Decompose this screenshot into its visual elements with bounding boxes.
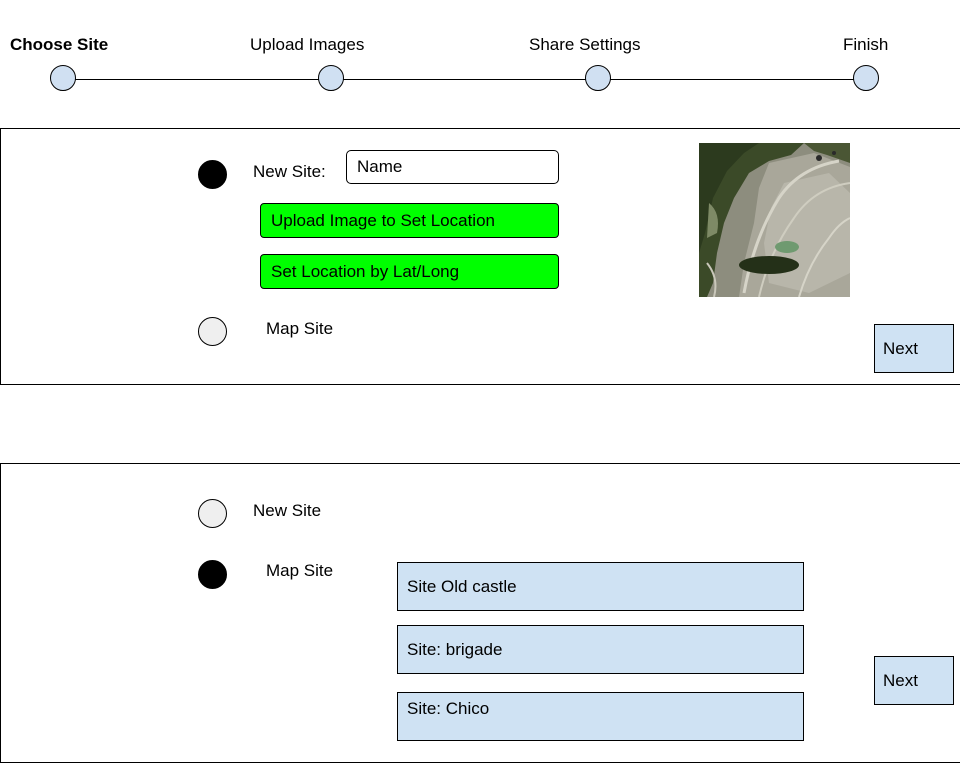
site-list-item[interactable]: Site: brigade — [397, 625, 804, 674]
map-site-radio[interactable] — [198, 317, 227, 346]
site-list-item[interactable]: Site: Chico — [397, 692, 804, 741]
map-site-panel: New Site Map Site Site Old castle Site: … — [0, 463, 960, 763]
new-site-radio[interactable] — [198, 499, 227, 528]
step-label-share-settings: Share Settings — [529, 35, 641, 54]
new-site-radio[interactable] — [198, 160, 227, 189]
map-site-radio[interactable] — [198, 560, 227, 589]
set-latlong-button[interactable]: Set Location by Lat/Long — [260, 254, 559, 289]
new-site-panel: New Site: Upload Image to Set Location S… — [0, 128, 960, 385]
stepper-line — [63, 79, 867, 80]
site-name-input[interactable] — [346, 150, 559, 184]
step-label-choose-site: Choose Site — [10, 35, 109, 54]
step-label-finish: Finish — [843, 35, 889, 54]
next-button[interactable]: Next — [874, 324, 954, 373]
site-list-item-label: Site: brigade — [407, 639, 503, 659]
aerial-photo-graphic — [699, 143, 850, 297]
step-dot-choose-site[interactable] — [50, 65, 76, 91]
map-site-label: Map Site — [266, 319, 334, 338]
step-dot-upload-images[interactable] — [318, 65, 344, 91]
site-list-item-label: Site Old castle — [407, 576, 517, 596]
site-list-item[interactable]: Site Old castle — [397, 562, 804, 611]
map-site-label: Map Site — [266, 561, 334, 580]
upload-image-location-button[interactable]: Upload Image to Set Location — [260, 203, 559, 238]
new-site-label: New Site — [253, 501, 322, 520]
step-dot-finish[interactable] — [853, 65, 879, 91]
step-label-upload-images: Upload Images — [250, 35, 365, 54]
next-button[interactable]: Next — [874, 656, 954, 705]
site-aerial-image — [699, 143, 850, 297]
site-list-item-label: Site: Chico — [407, 699, 490, 718]
new-site-label: New Site: — [253, 162, 326, 181]
step-dot-share-settings[interactable] — [585, 65, 611, 91]
